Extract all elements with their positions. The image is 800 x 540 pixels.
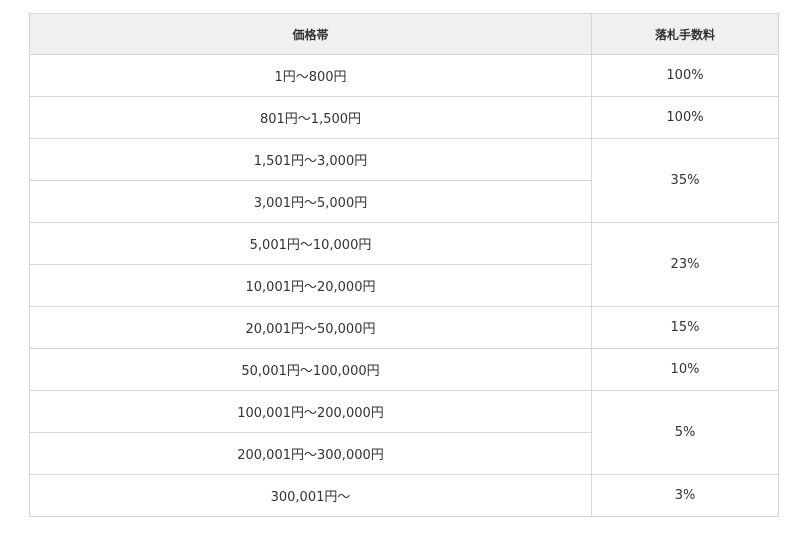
header-fee: 落札手数料 [591, 13, 779, 55]
price-range-cell: 300,001円〜 [29, 474, 592, 517]
price-range-cell: 3,001円〜5,000円 [29, 180, 592, 223]
table-row: 50,001円〜100,000円 10% [29, 348, 779, 391]
fee-cell: 10% [591, 348, 779, 391]
table-row: 20,001円〜50,000円 15% [29, 306, 779, 349]
fee-cell: 3% [591, 474, 779, 517]
price-range-cell: 5,001円〜10,000円 [29, 222, 592, 265]
price-range-cell: 10,001円〜20,000円 [29, 264, 592, 307]
table-row: 5,001円〜10,000円 23% [29, 222, 779, 307]
price-range-cell: 1円〜800円 [29, 54, 592, 97]
price-range-cell: 100,001円〜200,000円 [29, 390, 592, 433]
price-range-cell: 50,001円〜100,000円 [29, 348, 592, 391]
header-price-range: 価格帯 [29, 13, 592, 55]
table-row: 300,001円〜 3% [29, 474, 779, 517]
price-range-cell: 801円〜1,500円 [29, 96, 592, 139]
fee-cell: 35% [591, 138, 779, 223]
fee-cell: 15% [591, 306, 779, 349]
fee-cell: 23% [591, 222, 779, 307]
price-range-cell: 1,501円〜3,000円 [29, 138, 592, 181]
fee-cell: 100% [591, 96, 779, 139]
price-range-cell: 200,001円〜300,000円 [29, 432, 592, 475]
fee-cell: 5% [591, 390, 779, 475]
table-row: 100,001円〜200,000円 5% [29, 390, 779, 475]
header-row: 価格帯 落札手数料 [29, 13, 779, 55]
table-row: 1円〜800円 100% [29, 54, 779, 97]
fee-cell: 100% [591, 54, 779, 97]
fee-table: 価格帯 落札手数料 1円〜800円 100% 801円〜1,500円 100% … [29, 13, 779, 517]
table-row: 1,501円〜3,000円 35% [29, 138, 779, 223]
price-range-cell: 20,001円〜50,000円 [29, 306, 592, 349]
table-row: 801円〜1,500円 100% [29, 96, 779, 139]
